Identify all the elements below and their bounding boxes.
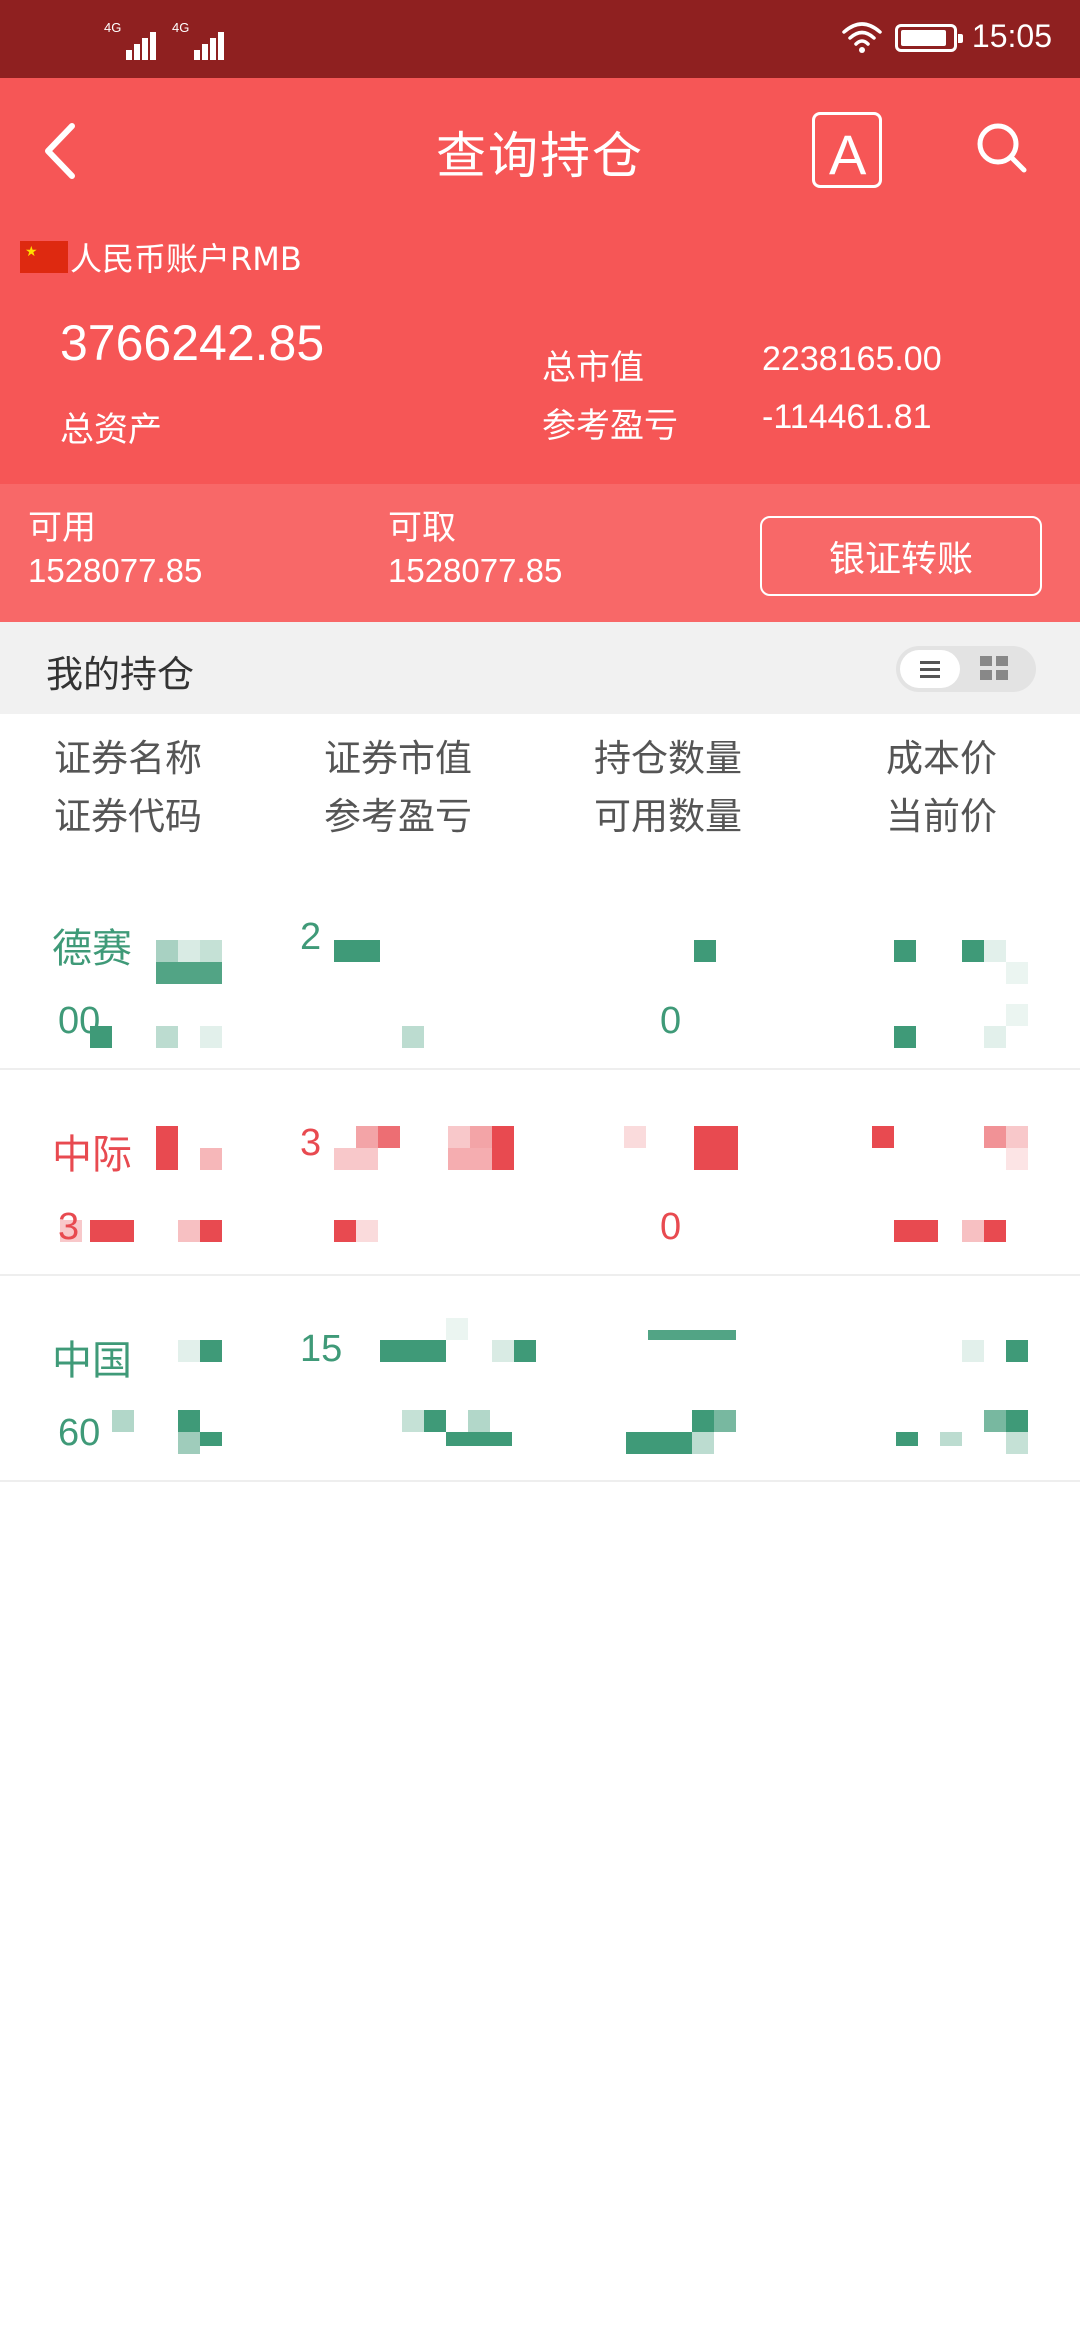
col-cost-price: 成本价	[886, 737, 997, 780]
china-flag-icon: ★	[20, 241, 68, 273]
pixelated-mask	[0, 1070, 1080, 1276]
page-title: 查询持仓	[436, 127, 644, 185]
available-label: 可用	[28, 508, 96, 548]
cellular-signal-icon: 4G	[172, 18, 224, 60]
col-ref-pl: 参考盈亏	[324, 795, 472, 838]
holding-code: 3	[58, 1206, 80, 1248]
holding-row[interactable]: 中际 3 3 0	[0, 1070, 1080, 1276]
holding-code: 60	[58, 1412, 101, 1454]
wifi-icon	[842, 22, 882, 53]
market-value-label: 总市值	[542, 348, 644, 388]
withdrawable-value: 1528077.85	[388, 552, 563, 589]
total-assets-label: 总资产	[60, 410, 162, 450]
total-assets-value: 3766242.85	[60, 315, 325, 371]
col-code: 证券代码	[54, 795, 202, 838]
list-view-icon[interactable]	[900, 650, 960, 688]
holding-name: 德赛	[52, 926, 132, 972]
account-selector[interactable]: ★ 人民币账户RMB	[20, 234, 302, 280]
network-type-label: 4G	[104, 20, 122, 35]
holding-available-qty: 0	[660, 1206, 682, 1248]
cellular-signal-icon: 4G	[104, 18, 156, 60]
ref-pl-label: 参考盈亏	[542, 406, 678, 446]
letter-a-icon: A	[829, 123, 867, 186]
pixelated-mask	[0, 1276, 1080, 1482]
status-time: 15:05	[971, 18, 1052, 54]
font-size-button[interactable]: A	[812, 112, 882, 188]
holding-market-value: 3	[300, 1122, 322, 1164]
pixelated-mask	[0, 864, 1080, 1070]
market-value: 2238165.00	[762, 340, 942, 378]
holding-row[interactable]: 德赛 00 2 0	[0, 864, 1080, 1070]
ref-pl-value: -114461.81	[762, 398, 932, 436]
col-available-qty: 可用数量	[594, 795, 742, 838]
col-current-price: 当前价	[886, 795, 997, 838]
holding-name: 中际	[52, 1132, 132, 1178]
funds-bar: 可用 1528077.85 可取 1528077.85 银证转账	[0, 484, 1080, 622]
battery-icon	[895, 24, 963, 52]
holding-market-value: 2	[300, 916, 322, 958]
grid-view-icon[interactable]	[980, 656, 1010, 682]
col-market-value: 证券市值	[324, 737, 472, 780]
account-header: 查询持仓 A ★ 人民币账户RMB 3766242.85 总资产 总市值 223…	[0, 78, 1080, 484]
column-headers: 证券名称 证券代码 证券市值 参考盈亏 持仓数量 可用数量 成本价 当前价	[0, 714, 1080, 864]
holding-available-qty: 0	[660, 1000, 682, 1042]
holdings-section-bar: 我的持仓	[0, 622, 1080, 714]
holding-market-value: 15	[300, 1328, 343, 1370]
view-toggle[interactable]	[896, 646, 1036, 692]
holding-name: 中国	[52, 1338, 132, 1384]
account-label: 人民币账户RMB	[70, 240, 302, 278]
section-title: 我的持仓	[46, 653, 194, 696]
search-icon[interactable]	[972, 118, 1032, 178]
col-position-qty: 持仓数量	[594, 737, 742, 780]
col-name: 证券名称	[54, 737, 202, 780]
bank-transfer-button[interactable]: 银证转账	[760, 516, 1042, 596]
network-type-label: 4G	[172, 20, 190, 35]
holding-code: 00	[58, 1000, 101, 1042]
status-bar: 4G 4G 15:05	[0, 0, 1080, 78]
withdrawable-label: 可取	[388, 508, 456, 548]
holding-row[interactable]: 中国 60 15	[0, 1276, 1080, 1482]
available-value: 1528077.85	[28, 552, 203, 589]
